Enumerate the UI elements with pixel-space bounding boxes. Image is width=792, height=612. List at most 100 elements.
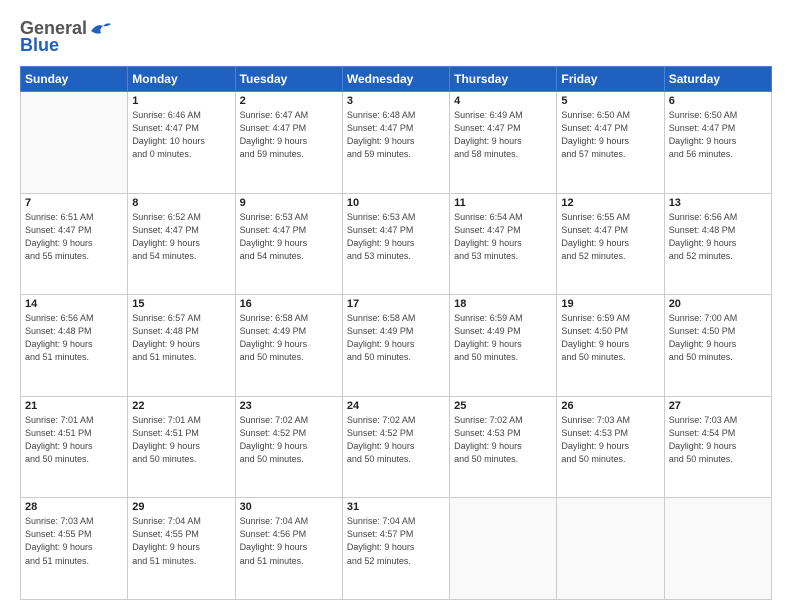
day-number: 1 — [132, 95, 230, 107]
logo: General Blue — [20, 18, 111, 56]
day-info: Sunrise: 6:58 AMSunset: 4:49 PMDaylight:… — [347, 312, 445, 364]
day-number: 17 — [347, 298, 445, 310]
calendar-cell: 11Sunrise: 6:54 AMSunset: 4:47 PMDayligh… — [450, 193, 557, 295]
day-number: 26 — [561, 400, 659, 412]
day-number: 21 — [25, 400, 123, 412]
calendar-week-row: 28 Sunrise: 7:03 AMSunset: 4:55 PMDayligh… — [21, 498, 772, 600]
calendar-cell: 2 Sunrise: 6:47 AMSunset: 4:47 PMDaylight… — [235, 92, 342, 194]
day-info: Sunrise: 6:48 AMSunset: 4:47 PMDaylight:… — [347, 109, 445, 161]
day-number: 2 — [240, 95, 338, 107]
day-info: Sunrise: 7:04 AMSunset: 4:56 PMDaylight:… — [240, 515, 338, 567]
calendar-cell: 16 Sunrise: 6:58 AMSunset: 4:49 PMDayligh… — [235, 295, 342, 397]
calendar-cell: 23Sunrise: 7:02 AMSunset: 4:52 PMDayligh… — [235, 396, 342, 498]
calendar-cell: 18 Sunrise: 6:59 AMSunset: 4:49 PMDayligh… — [450, 295, 557, 397]
day-info: Sunrise: 6:54 AMSunset: 4:47 PMDaylight:… — [454, 211, 552, 263]
calendar-cell: 30 Sunrise: 7:04 AMSunset: 4:56 PMDayligh… — [235, 498, 342, 600]
day-number: 23 — [240, 400, 338, 412]
calendar-cell: 1 Sunrise: 6:46 AMSunset: 4:47 PMDaylight… — [128, 92, 235, 194]
day-info: Sunrise: 7:02 AMSunset: 4:52 PMDaylight:… — [347, 414, 445, 466]
page: General Blue SundayMondayTuesdayWednesda… — [0, 0, 792, 612]
day-info: Sunrise: 6:55 AMSunset: 4:47 PMDaylight:… — [561, 211, 659, 263]
day-number: 25 — [454, 400, 552, 412]
day-number: 13 — [669, 197, 767, 209]
calendar-cell: 19 Sunrise: 6:59 AMSunset: 4:50 PMDayligh… — [557, 295, 664, 397]
calendar-cell — [557, 498, 664, 600]
day-number: 16 — [240, 298, 338, 310]
calendar-cell: 5 Sunrise: 6:50 AMSunset: 4:47 PMDaylight… — [557, 92, 664, 194]
day-info: Sunrise: 6:59 AMSunset: 4:50 PMDaylight:… — [561, 312, 659, 364]
day-number: 12 — [561, 197, 659, 209]
day-info: Sunrise: 6:49 AMSunset: 4:47 PMDaylight:… — [454, 109, 552, 161]
calendar-cell: 9 Sunrise: 6:53 AMSunset: 4:47 PMDaylight… — [235, 193, 342, 295]
calendar-cell: 27 Sunrise: 7:03 AMSunset: 4:54 PMDayligh… — [664, 396, 771, 498]
day-number: 20 — [669, 298, 767, 310]
day-info: Sunrise: 6:50 AMSunset: 4:47 PMDaylight:… — [669, 109, 767, 161]
calendar-cell: 25 Sunrise: 7:02 AMSunset: 4:53 PMDayligh… — [450, 396, 557, 498]
calendar-cell: 4 Sunrise: 6:49 AMSunset: 4:47 PMDaylight… — [450, 92, 557, 194]
day-info: Sunrise: 6:47 AMSunset: 4:47 PMDaylight:… — [240, 109, 338, 161]
day-number: 4 — [454, 95, 552, 107]
calendar-week-row: 21 Sunrise: 7:01 AMSunset: 4:51 PMDayligh… — [21, 396, 772, 498]
day-info: Sunrise: 6:46 AMSunset: 4:47 PMDaylight:… — [132, 109, 230, 161]
logo-blue-text: Blue — [20, 35, 59, 56]
calendar-cell: 3 Sunrise: 6:48 AMSunset: 4:47 PMDaylight… — [342, 92, 449, 194]
day-number: 7 — [25, 197, 123, 209]
calendar-cell: 6Sunrise: 6:50 AMSunset: 4:47 PMDaylight… — [664, 92, 771, 194]
day-of-week-header: Saturday — [664, 67, 771, 92]
calendar-week-row: 1 Sunrise: 6:46 AMSunset: 4:47 PMDaylight… — [21, 92, 772, 194]
day-number: 18 — [454, 298, 552, 310]
calendar-cell: 12 Sunrise: 6:55 AMSunset: 4:47 PMDayligh… — [557, 193, 664, 295]
day-info: Sunrise: 6:56 AMSunset: 4:48 PMDaylight:… — [25, 312, 123, 364]
day-of-week-header: Monday — [128, 67, 235, 92]
day-number: 31 — [347, 501, 445, 513]
day-number: 10 — [347, 197, 445, 209]
day-info: Sunrise: 6:59 AMSunset: 4:49 PMDaylight:… — [454, 312, 552, 364]
day-of-week-header: Tuesday — [235, 67, 342, 92]
calendar-cell: 31 Sunrise: 7:04 AMSunset: 4:57 PMDayligh… — [342, 498, 449, 600]
day-number: 3 — [347, 95, 445, 107]
calendar-cell: 28 Sunrise: 7:03 AMSunset: 4:55 PMDayligh… — [21, 498, 128, 600]
day-info: Sunrise: 6:58 AMSunset: 4:49 PMDaylight:… — [240, 312, 338, 364]
calendar-cell: 15 Sunrise: 6:57 AMSunset: 4:48 PMDayligh… — [128, 295, 235, 397]
day-number: 8 — [132, 197, 230, 209]
calendar-cell: 8Sunrise: 6:52 AMSunset: 4:47 PMDaylight… — [128, 193, 235, 295]
calendar-cell: 24 Sunrise: 7:02 AMSunset: 4:52 PMDayligh… — [342, 396, 449, 498]
day-info: Sunrise: 6:53 AMSunset: 4:47 PMDaylight:… — [240, 211, 338, 263]
day-of-week-header: Friday — [557, 67, 664, 92]
day-info: Sunrise: 6:56 AMSunset: 4:48 PMDaylight:… — [669, 211, 767, 263]
day-info: Sunrise: 7:03 AMSunset: 4:54 PMDaylight:… — [669, 414, 767, 466]
day-number: 15 — [132, 298, 230, 310]
calendar-cell: 10 Sunrise: 6:53 AMSunset: 4:47 PMDayligh… — [342, 193, 449, 295]
day-number: 28 — [25, 501, 123, 513]
calendar-cell — [21, 92, 128, 194]
day-info: Sunrise: 7:00 AMSunset: 4:50 PMDaylight:… — [669, 312, 767, 364]
day-info: Sunrise: 7:03 AMSunset: 4:55 PMDaylight:… — [25, 515, 123, 567]
logo-bird-icon — [89, 21, 111, 37]
day-number: 5 — [561, 95, 659, 107]
day-number: 9 — [240, 197, 338, 209]
calendar-table: SundayMondayTuesdayWednesdayThursdayFrid… — [20, 66, 772, 600]
calendar-cell: 7Sunrise: 6:51 AMSunset: 4:47 PMDaylight… — [21, 193, 128, 295]
day-number: 19 — [561, 298, 659, 310]
calendar-cell — [450, 498, 557, 600]
day-info: Sunrise: 6:53 AMSunset: 4:47 PMDaylight:… — [347, 211, 445, 263]
day-number: 30 — [240, 501, 338, 513]
day-info: Sunrise: 7:04 AMSunset: 4:55 PMDaylight:… — [132, 515, 230, 567]
header: General Blue — [20, 18, 772, 56]
calendar-cell: 21 Sunrise: 7:01 AMSunset: 4:51 PMDayligh… — [21, 396, 128, 498]
day-info: Sunrise: 6:50 AMSunset: 4:47 PMDaylight:… — [561, 109, 659, 161]
day-of-week-header: Sunday — [21, 67, 128, 92]
day-info: Sunrise: 7:04 AMSunset: 4:57 PMDaylight:… — [347, 515, 445, 567]
day-number: 27 — [669, 400, 767, 412]
day-number: 24 — [347, 400, 445, 412]
day-number: 29 — [132, 501, 230, 513]
day-info: Sunrise: 6:57 AMSunset: 4:48 PMDaylight:… — [132, 312, 230, 364]
calendar-cell: 29 Sunrise: 7:04 AMSunset: 4:55 PMDayligh… — [128, 498, 235, 600]
day-info: Sunrise: 7:03 AMSunset: 4:53 PMDaylight:… — [561, 414, 659, 466]
calendar-cell — [664, 498, 771, 600]
day-info: Sunrise: 7:01 AMSunset: 4:51 PMDaylight:… — [25, 414, 123, 466]
day-info: Sunrise: 7:01 AMSunset: 4:51 PMDaylight:… — [132, 414, 230, 466]
day-info: Sunrise: 7:02 AMSunset: 4:53 PMDaylight:… — [454, 414, 552, 466]
day-number: 22 — [132, 400, 230, 412]
day-of-week-header: Thursday — [450, 67, 557, 92]
